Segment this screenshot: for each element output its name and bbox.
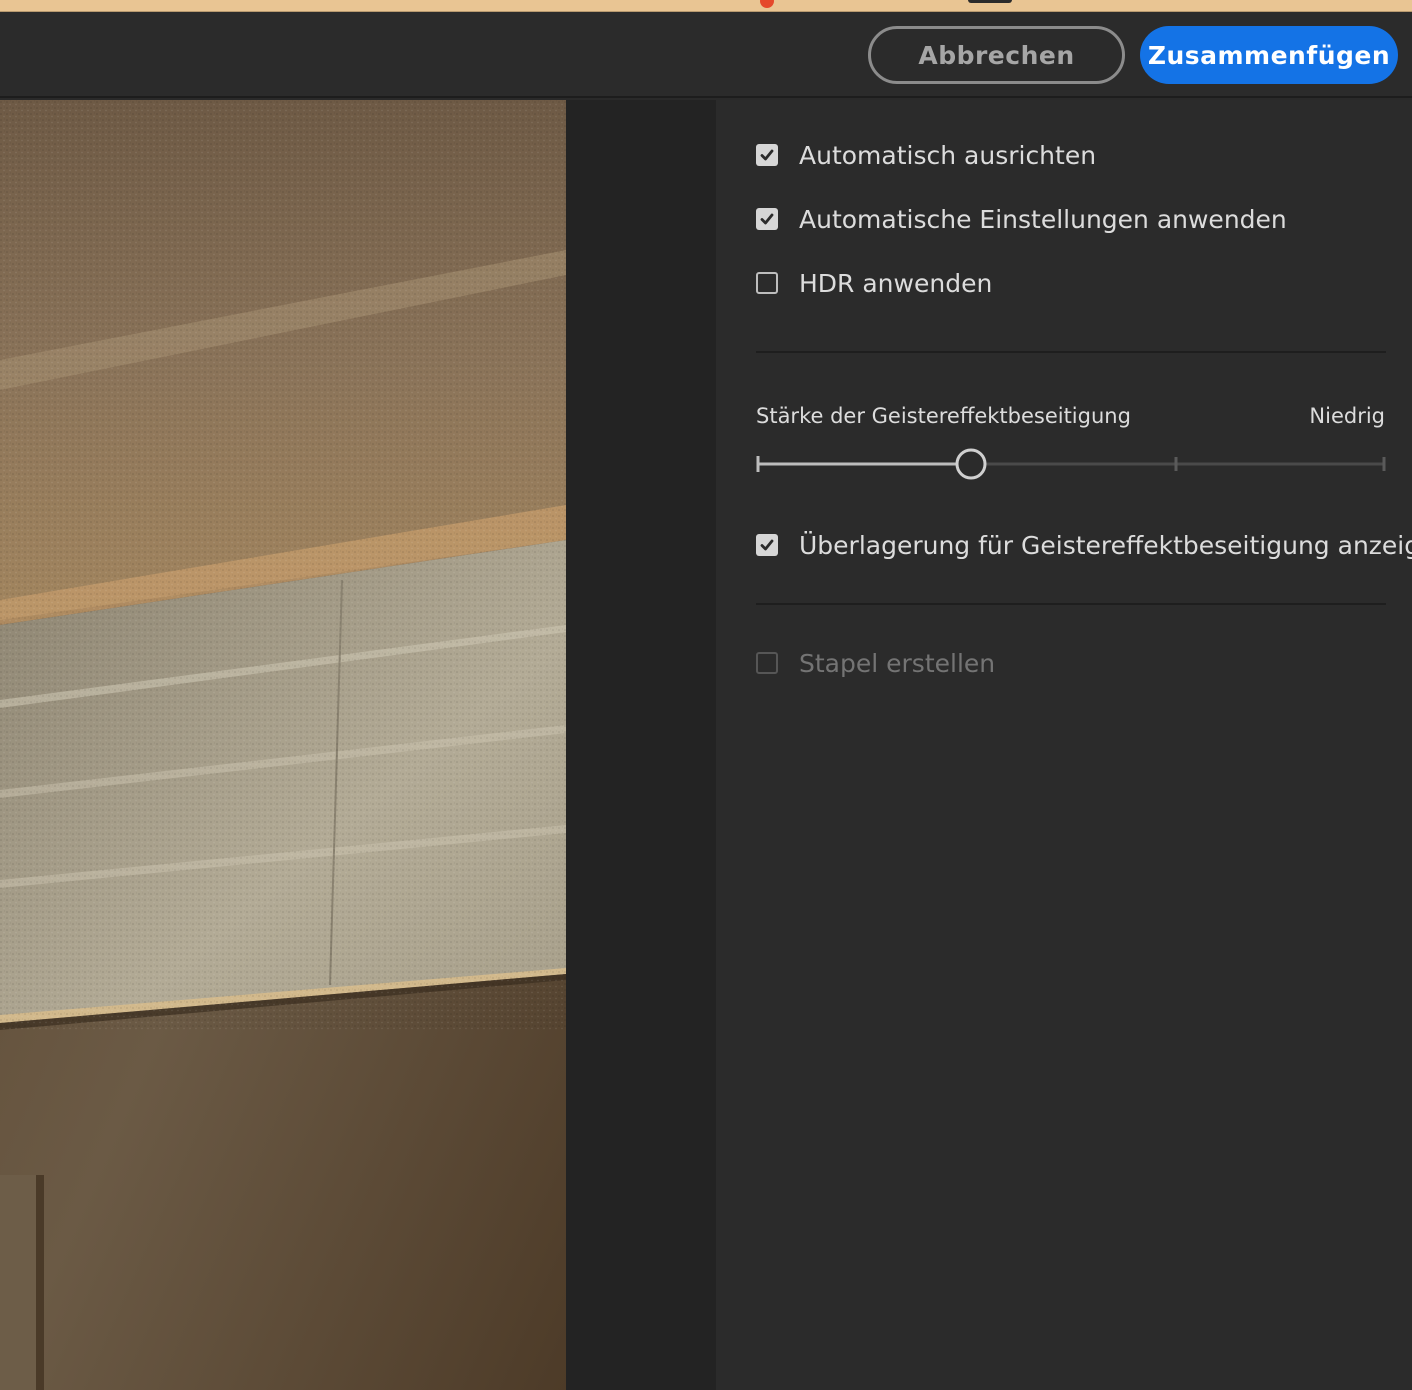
- notification-dot: [760, 0, 774, 8]
- merge-button[interactable]: Zusammenfügen: [1140, 26, 1398, 84]
- slider-handle[interactable]: [955, 448, 987, 480]
- option-auto-align[interactable]: Automatisch ausrichten: [756, 135, 1096, 175]
- show-overlay-label: Überlagerung für Geistereffektbeseitigun…: [799, 530, 1412, 560]
- option-auto-settings[interactable]: Automatische Einstellungen anwenden: [756, 199, 1287, 239]
- checkmark-icon: [760, 213, 774, 225]
- option-show-overlay[interactable]: Überlagerung für Geistereffektbeseitigun…: [756, 525, 1412, 565]
- window-tab-fragment: [968, 0, 1012, 3]
- preview-gutter: [566, 100, 716, 1390]
- divider: [756, 603, 1386, 605]
- auto-align-checkbox[interactable]: [756, 144, 778, 166]
- show-overlay-checkbox[interactable]: [756, 534, 778, 556]
- create-stack-label: Stapel erstellen: [799, 648, 996, 678]
- auto-settings-label: Automatische Einstellungen anwenden: [799, 204, 1287, 234]
- option-apply-hdr[interactable]: HDR anwenden: [756, 263, 992, 303]
- checkmark-icon: [760, 149, 774, 161]
- option-create-stack: Stapel erstellen: [756, 643, 995, 683]
- deghost-amount-slider[interactable]: [752, 444, 1392, 484]
- deghost-amount-value: Niedrig: [1309, 404, 1385, 428]
- preview-image: [0, 100, 566, 1390]
- window-top-strip: [0, 0, 1412, 12]
- apply-hdr-checkbox[interactable]: [756, 272, 778, 294]
- cancel-button[interactable]: Abbrechen: [868, 26, 1125, 84]
- auto-settings-checkbox[interactable]: [756, 208, 778, 230]
- checkmark-icon: [760, 539, 774, 551]
- divider: [756, 351, 1386, 353]
- create-stack-checkbox: [756, 652, 778, 674]
- dialog-toolbar: Abbrechen Zusammenfügen: [0, 12, 1412, 98]
- merge-options-panel: Automatisch ausrichten Automatische Eins…: [716, 100, 1412, 1390]
- deghost-amount-label: Stärke der Geistereffektbeseitigung: [756, 404, 1131, 428]
- auto-align-label: Automatisch ausrichten: [799, 140, 1097, 170]
- apply-hdr-label: HDR anwenden: [799, 268, 993, 298]
- photo-preview: [0, 100, 566, 1390]
